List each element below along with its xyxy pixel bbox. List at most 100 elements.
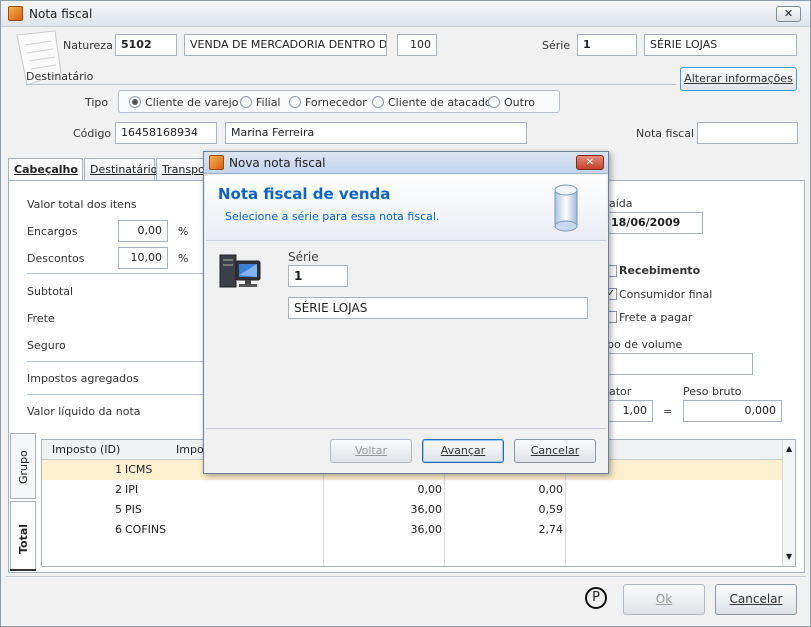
- nota-fiscal-label: Nota fiscal: [636, 127, 695, 140]
- table-row[interactable]: 2 IPI 0,00 0,00: [42, 480, 782, 500]
- serie-field[interactable]: 1: [577, 34, 637, 56]
- natureza-code-field[interactable]: 5102: [115, 34, 177, 56]
- alterar-informacoes-button[interactable]: Alterar informações: [680, 67, 797, 91]
- codigo-label: Código: [73, 127, 112, 140]
- radio-filial[interactable]: [240, 96, 252, 108]
- cell-value-1: 36,00: [410, 523, 443, 536]
- subtotal-label: Subtotal: [27, 285, 74, 298]
- divider: [27, 394, 205, 395]
- cell-value-2: 2,74: [538, 523, 564, 536]
- natureza-label: Natureza: [63, 39, 113, 52]
- dialog-serie-description-field[interactable]: SÉRIE LOJAS: [288, 297, 588, 319]
- dialog-serie-field[interactable]: 1: [288, 265, 348, 287]
- descontos-label: Descontos: [27, 252, 85, 265]
- cell-id: 1: [115, 463, 122, 476]
- encargos-field[interactable]: 0,00: [118, 220, 168, 242]
- peso-bruto-label: Peso bruto: [683, 385, 742, 398]
- divider: [27, 361, 205, 362]
- consumidor-final-label: Consumidor final: [619, 288, 713, 301]
- natureza-number-field[interactable]: 100: [397, 34, 437, 56]
- scroll-up-icon[interactable]: ▲: [786, 444, 792, 453]
- serie-label: Série: [542, 39, 571, 52]
- nova-nota-fiscal-dialog: Nova nota fiscal ✕ Nota fiscal de venda …: [203, 151, 609, 474]
- radio-fornecedor[interactable]: [289, 96, 301, 108]
- cell-value-2: 0,00: [538, 483, 564, 496]
- app-icon: [209, 155, 224, 170]
- table-row[interactable]: 6 COFINS 36,00 2,74: [42, 520, 782, 540]
- scroll-down-icon[interactable]: ▼: [786, 552, 792, 561]
- encargos-label: Encargos: [27, 225, 78, 238]
- cell-value-1: 0,00: [417, 483, 443, 496]
- frete-label: Frete: [27, 312, 55, 325]
- fator-field[interactable]: 1,00: [605, 400, 653, 422]
- radio-filial-label: Filial: [256, 96, 281, 109]
- descontos-percent: %: [178, 252, 189, 265]
- peso-bruto-field[interactable]: 0,000: [683, 400, 782, 422]
- cell-name: PIS: [125, 503, 142, 516]
- side-tab-grupo-label: Grupo: [17, 450, 30, 484]
- tab-transportador[interactable]: Transpor: [156, 158, 206, 181]
- column-divider: [323, 460, 324, 566]
- dialog-title-bar: Nova nota fiscal ✕: [204, 152, 608, 174]
- radio-cliente-atacado[interactable]: [372, 96, 384, 108]
- impostos-agregados-label: Impostos agregados: [27, 372, 139, 385]
- divider: [6, 576, 806, 577]
- ok-button[interactable]: Ok: [623, 584, 705, 615]
- tipo-volume-field[interactable]: [605, 353, 753, 375]
- encargos-percent: %: [178, 225, 189, 238]
- frete-pagar-label: Frete a pagar: [619, 311, 693, 324]
- cell-name: COFINS: [125, 523, 167, 536]
- divider: [26, 84, 676, 85]
- seguro-label: Seguro: [27, 339, 66, 352]
- natureza-description-field[interactable]: VENDA DE MERCADORIA DENTRO DO ES: [184, 34, 387, 56]
- cell-name: IPI: [125, 483, 139, 496]
- app-icon: [8, 6, 23, 21]
- dialog-cancelar-button[interactable]: Cancelar: [514, 439, 596, 463]
- radio-fornecedor-label: Fornecedor: [305, 96, 367, 109]
- radio-cliente-varejo-label: Cliente de varejo: [145, 96, 239, 109]
- tipo-label: Tipo: [85, 96, 109, 109]
- side-tab-total-label: Total: [17, 523, 30, 554]
- column-header-imposto-id[interactable]: Imposto (ID): [52, 443, 120, 456]
- dialog-title: Nova nota fiscal: [229, 156, 326, 170]
- column-divider: [444, 460, 445, 566]
- cancel-button[interactable]: Cancelar: [715, 584, 797, 615]
- serie-description-field[interactable]: SÉRIE LOJAS: [644, 34, 797, 56]
- recebimento-label: Recebimento: [619, 264, 701, 277]
- avancar-button[interactable]: Avançar: [422, 439, 504, 463]
- column-divider: [565, 460, 566, 566]
- side-tab-grupo[interactable]: Grupo: [10, 433, 36, 499]
- divider: [206, 428, 606, 429]
- dialog-serie-label: Série: [288, 250, 319, 264]
- cell-id: 5: [115, 503, 122, 516]
- database-icon: [554, 184, 578, 232]
- voltar-button[interactable]: Voltar: [330, 439, 412, 463]
- vertical-scrollbar[interactable]: ▲ ▼: [782, 440, 795, 566]
- cell-id: 6: [115, 523, 122, 536]
- fator-label: ator: [609, 385, 632, 398]
- saida-date-field[interactable]: 18/06/2009: [605, 212, 703, 234]
- equals-sign: =: [663, 405, 673, 418]
- computer-icon: [219, 254, 261, 288]
- close-button[interactable]: ✕: [776, 6, 801, 22]
- nota-fiscal-field[interactable]: [697, 122, 798, 144]
- tab-cabecalho[interactable]: Cabeçalho: [8, 158, 83, 182]
- divider: [27, 273, 205, 274]
- cell-value-1: 36,00: [410, 503, 443, 516]
- radio-cliente-varejo[interactable]: [129, 96, 141, 108]
- valor-liquido-label: Valor líquido da nota: [27, 405, 141, 418]
- destinatario-label: Destinatário: [26, 70, 94, 83]
- dialog-close-button[interactable]: ✕: [576, 155, 604, 170]
- tab-destinatario[interactable]: Destinatário: [84, 158, 157, 181]
- side-tab-total[interactable]: Total: [10, 501, 36, 571]
- dialog-header: Nota fiscal de venda Selecione a série p…: [206, 175, 606, 241]
- p-icon[interactable]: P: [585, 587, 607, 609]
- valor-total-label: Valor total dos itens: [27, 198, 137, 211]
- tipo-volume-label: po de volume: [607, 338, 683, 351]
- table-row[interactable]: 5 PIS 36,00 0,59: [42, 500, 782, 520]
- window-title: Nota fiscal: [29, 7, 93, 21]
- codigo-field[interactable]: 16458168934: [115, 122, 217, 144]
- radio-outro[interactable]: [488, 96, 500, 108]
- descontos-field[interactable]: 10,00: [118, 247, 168, 269]
- nome-field[interactable]: Marina Ferreira: [225, 122, 527, 144]
